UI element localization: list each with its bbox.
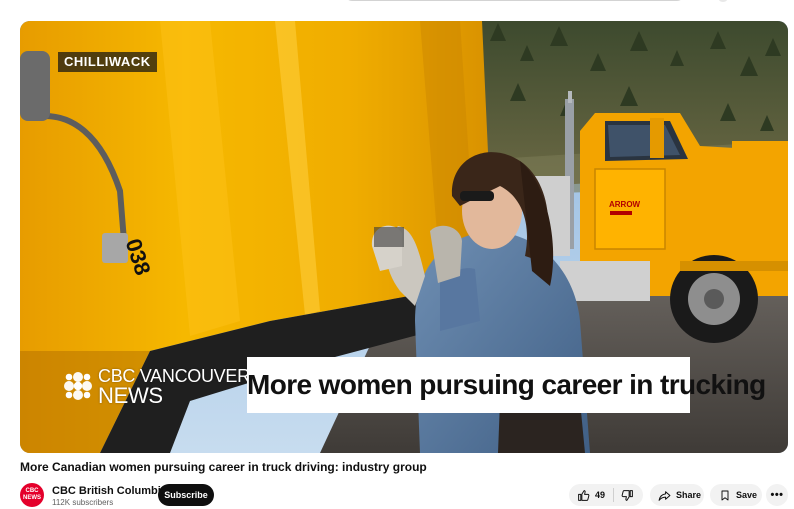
save-label: Save (736, 490, 758, 500)
search-button[interactable] (647, 0, 684, 1)
like-divider (613, 488, 615, 502)
channel-name[interactable]: CBC British Columbia (52, 485, 167, 497)
like-dislike-group: 49 (569, 484, 643, 506)
location-tag: CHILLIWACK (58, 52, 157, 72)
save-button[interactable]: Save (710, 484, 762, 506)
truck-door-text: ARROW (609, 200, 641, 209)
avatar-text-1: CBC (25, 488, 39, 494)
thumbs-up-icon (578, 489, 590, 501)
video-player[interactable]: ARROW 038 CHILLIWACK CBC VANCOUVER NEWS … (20, 21, 788, 453)
avatar-text-2: NEWS (23, 495, 41, 501)
dislike-button[interactable] (621, 484, 634, 506)
search-input[interactable] (345, 0, 647, 1)
cbc-gem-logo (64, 372, 92, 400)
share-arrow-icon (658, 490, 671, 501)
voice-search-button[interactable] (719, 0, 727, 2)
brand-line-2: NEWS (98, 383, 163, 408)
video-title: More Canadian women pursuing career in t… (20, 460, 427, 474)
like-button[interactable]: 49 (577, 484, 605, 506)
more-actions-button[interactable]: ••• (766, 484, 788, 506)
more-horizontal-icon: ••• (770, 489, 784, 501)
search-bar-fragment[interactable] (345, 0, 695, 2)
subscriber-count: 112K subscribers (52, 498, 114, 507)
share-button[interactable]: Share (650, 484, 704, 506)
share-label: Share (676, 490, 702, 500)
like-count: 49 (595, 490, 606, 500)
cbc-vancouver-news-wordmark: CBC VANCOUVER NEWS (98, 367, 250, 407)
lower-third-caption: More women pursuing career in trucking (247, 357, 766, 413)
bookmark-icon (721, 490, 729, 500)
thumbs-down-icon (621, 489, 633, 501)
subscribe-button[interactable]: Subscribe (158, 484, 214, 506)
channel-avatar[interactable]: CBC NEWS (20, 483, 44, 507)
